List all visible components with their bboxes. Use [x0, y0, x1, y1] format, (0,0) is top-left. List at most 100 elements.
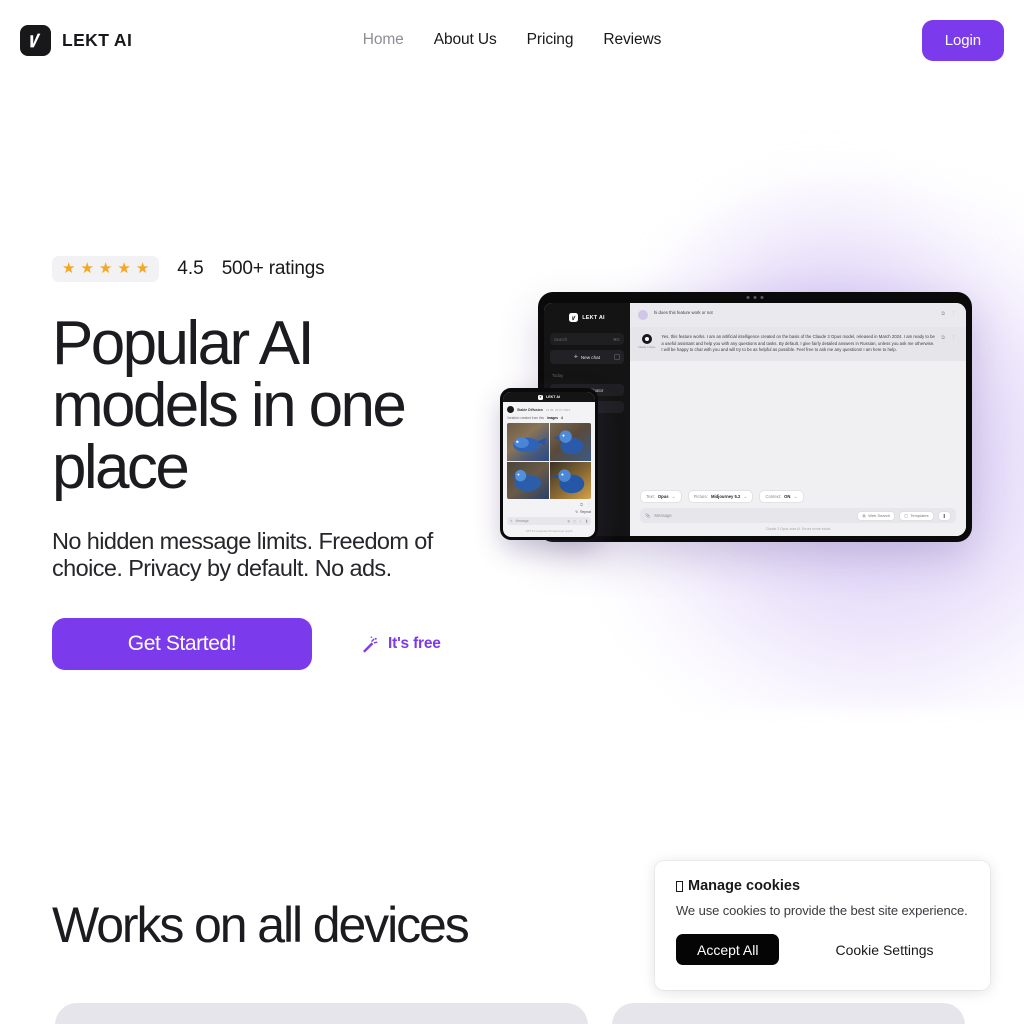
site-header: LEKT AI Home About Us Pricing Reviews Lo…: [0, 0, 1024, 80]
templates-button[interactable]: ▢ Templates: [899, 510, 934, 521]
rating-row: ★ ★ ★ ★ ★ 4.5 500+ ratings: [52, 256, 522, 282]
message-sub-bold: images: [546, 416, 558, 420]
phone-brand-label: LEKT AI: [546, 395, 560, 399]
hero-cta-row: Get Started! It's free: [52, 618, 522, 671]
more-icon[interactable]: ⋮: [951, 311, 956, 317]
device-card[interactable]: [612, 1003, 965, 1024]
login-button[interactable]: Login: [921, 19, 1004, 61]
cookie-title-label: Manage cookies: [688, 878, 801, 894]
cookie-settings-button[interactable]: Cookie Settings: [835, 942, 933, 958]
templates-label: Templates: [910, 513, 929, 518]
message-actions[interactable]: ⧉ ⋮: [941, 334, 956, 341]
laptop-screen: LEKT AI Search ⌘K ✛ New chat Today Mar: [544, 303, 966, 536]
landing-page: LEKT AI Home About Us Pricing Reviews Lo…: [0, 0, 1024, 1024]
microphone-icon[interactable]: ❚: [585, 519, 588, 523]
chevron-down-icon: ⌄: [671, 493, 676, 500]
collapse-icon[interactable]: [614, 354, 620, 360]
chat-message-user: hi does this feature work or not ⧉ ⋮: [630, 303, 966, 327]
message-actions[interactable]: ⧉ ⋮: [941, 310, 956, 317]
more-icon[interactable]: ⋮: [579, 519, 582, 523]
chip-value: Midjourney 5.2: [710, 494, 741, 499]
nav-item-reviews[interactable]: Reviews: [603, 31, 661, 49]
new-chat-label: New chat: [580, 354, 600, 360]
chevron-down-icon: ⌄: [743, 493, 748, 500]
star-icon: ★: [98, 260, 113, 277]
chip-label: Text:: [646, 494, 655, 499]
device-cards: [0, 1003, 1024, 1024]
copy-icon[interactable]: ⧉: [941, 335, 945, 341]
page-title: Popular AI models in one place: [52, 309, 407, 502]
magic-wand-icon: [360, 635, 379, 654]
hero-subtitle: No hidden message limits. Freedom of cho…: [52, 528, 433, 581]
main-nav: Home About Us Pricing Reviews: [0, 0, 1024, 80]
chat-input-placeholder: Message: [654, 513, 672, 518]
web-search-label: Web Search: [868, 513, 891, 518]
chip-picture-model[interactable]: Picture: Midjourney 5.2 ⌄: [687, 490, 754, 503]
get-started-button[interactable]: Get Started!: [52, 618, 312, 671]
star-icon: ★: [62, 260, 76, 277]
message-text: hi does this feature work or not: [654, 310, 713, 315]
sidebar-brand: LEKT AI: [550, 309, 624, 328]
model-chips: Text: Opus ⌄ Picture: Midjourney 5.2 ⌄ C…: [630, 490, 966, 508]
generated-image[interactable]: [549, 423, 591, 461]
more-icon[interactable]: ⋮: [587, 502, 591, 507]
lekt-logo-icon: [20, 24, 51, 56]
more-icon[interactable]: ⋮: [951, 335, 956, 341]
nav-item-pricing[interactable]: Pricing: [527, 31, 574, 49]
laptop-camera-dots: [746, 296, 764, 299]
globe-icon[interactable]: ◍: [567, 519, 570, 523]
chip-context[interactable]: Context: ON ⌄: [759, 490, 804, 503]
cookie-banner-body: We use cookies to provide the best site …: [676, 903, 968, 918]
new-chat-button[interactable]: ✛ New chat: [550, 350, 624, 364]
mic-button[interactable]: ❚: [937, 510, 951, 521]
book-icon: ▢: [904, 513, 908, 518]
copy-icon[interactable]: ⧉: [580, 502, 583, 507]
star-icon: ★: [117, 260, 131, 277]
nav-item-about-us[interactable]: About Us: [434, 31, 497, 49]
message-time: 12:45, 23.07.2024: [545, 407, 571, 412]
chip-label: Picture:: [693, 494, 708, 499]
free-label: It's free: [388, 635, 441, 653]
accept-all-button[interactable]: Accept All: [676, 934, 780, 965]
chat-input[interactable]: 📎 Message ◍ Web Search ▢ Templates ❚: [640, 508, 956, 523]
device-card[interactable]: [55, 1003, 588, 1024]
chip-value: ON: [784, 494, 791, 499]
chevron-down-icon: ⌄: [793, 493, 798, 500]
copy-icon[interactable]: ⧉: [941, 311, 945, 317]
repeat-label: Repeat: [580, 510, 591, 515]
sidebar-brand-label: LEKT AI: [582, 314, 605, 321]
chat-main: hi does this feature work or not ⧉ ⋮ Clau…: [630, 303, 966, 536]
message-text: Yes, this feature works. I am an artific…: [661, 334, 935, 353]
plus-icon: ✛: [573, 354, 578, 359]
sidebar-section-today: Today: [552, 373, 564, 378]
chip-text-model[interactable]: Text: Opus ⌄: [640, 490, 682, 503]
chat-message-assistant: Claude 3 Opus Yes, this feature works. I…: [630, 327, 966, 361]
cookie-banner: Manage cookies We use cookies to provide…: [655, 861, 990, 990]
cookie-banner-title: Manage cookies: [676, 878, 969, 894]
sidebar-search-input[interactable]: Search ⌘K: [550, 333, 624, 345]
brand-logo[interactable]: LEKT AI: [20, 24, 133, 56]
chat-scroll-area: [630, 360, 966, 490]
refresh-icon: ↻: [575, 510, 579, 515]
rating-score: 4.5: [177, 258, 204, 279]
cookie-icon: [676, 880, 683, 892]
free-note: It's free: [360, 635, 441, 654]
hero-content: ★ ★ ★ ★ ★ 4.5 500+ ratings Popular AI mo…: [52, 256, 522, 671]
globe-icon: ◍: [862, 513, 866, 518]
web-search-button[interactable]: ◍ Web Search: [857, 510, 896, 521]
device-mockup: LEKT AI Search ⌘K ✛ New chat Today Mar: [496, 288, 976, 550]
nav-item-home[interactable]: Home: [363, 31, 404, 49]
search-shortcut: ⌘K: [613, 336, 620, 342]
generated-image[interactable]: [549, 461, 591, 500]
laptop-mockup: LEKT AI Search ⌘K ✛ New chat Today Mar: [538, 292, 972, 542]
avatar: [638, 310, 648, 320]
avatar: Claude 3 Opus: [638, 334, 655, 349]
rating-count: 500+ ratings: [221, 258, 325, 279]
stars-pill: ★ ★ ★ ★ ★: [52, 256, 160, 282]
avatar-label: Claude 3 Opus: [638, 346, 656, 349]
chip-label: Context:: [765, 494, 782, 499]
book-icon[interactable]: ▢: [573, 519, 576, 523]
attach-icon[interactable]: 📎: [645, 513, 650, 519]
cookie-banner-actions: Accept All Cookie Settings: [676, 934, 969, 965]
brand-name: LEKT AI: [62, 29, 133, 50]
